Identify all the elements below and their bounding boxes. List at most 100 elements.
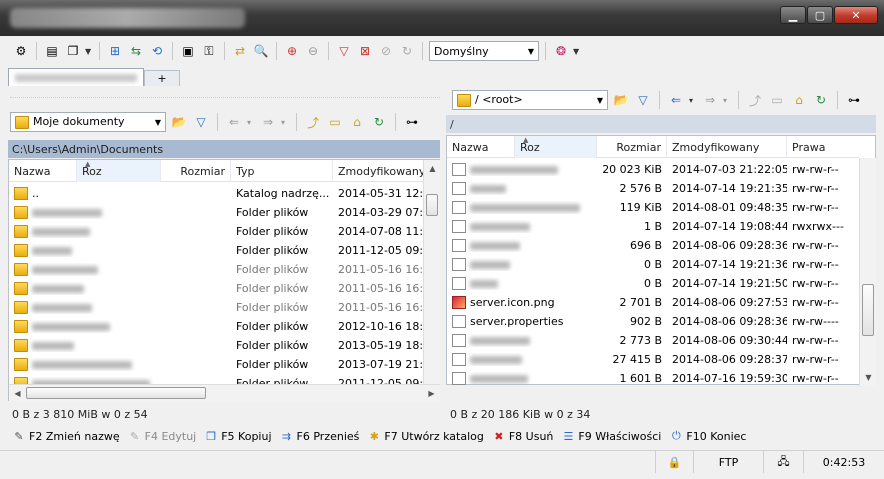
- table-row[interactable]: 2 576 B 2014-07-14 19:21:35 rw-rw-r--: [447, 179, 859, 198]
- table-row[interactable]: 1 B 2014-07-14 19:08:44 rwxrwx---: [447, 217, 859, 236]
- scroll-right-icon[interactable]: ▶: [423, 385, 440, 402]
- sitemanager-icon[interactable]: ⊞: [106, 42, 124, 60]
- home-icon[interactable]: ⌂: [790, 91, 808, 109]
- table-row[interactable]: Folder plików 2014-03-29 07:3: [9, 203, 423, 222]
- root-dir-icon[interactable]: ▭: [768, 91, 786, 109]
- left-path-bar[interactable]: C:\Users\Admin\Documents: [8, 140, 440, 158]
- right-col-modified[interactable]: Zmodyfikowany: [667, 136, 787, 158]
- parent-dir-icon[interactable]: ⤴: [304, 113, 322, 131]
- close-button[interactable]: ✕: [834, 6, 878, 24]
- gear-icon[interactable]: ⚙: [12, 42, 30, 60]
- right-col-perms[interactable]: Prawa: [787, 136, 859, 158]
- left-col-modified[interactable]: Zmodyfikowany: [333, 160, 425, 182]
- scroll-left-icon[interactable]: ◀: [9, 385, 26, 402]
- minimize-button[interactable]: ▁: [780, 6, 806, 24]
- tree-icon[interactable]: ⊶: [845, 91, 863, 109]
- fkey-delete[interactable]: ✖ F8 Usuń: [492, 430, 553, 443]
- table-row[interactable]: Folder plików 2011-05-16 16:2: [9, 298, 423, 317]
- right-col-ext[interactable]: ▲ Roz: [515, 136, 597, 158]
- right-vscroll[interactable]: ▼: [859, 158, 876, 386]
- sync-icon[interactable]: ⟲: [148, 42, 166, 60]
- left-vscroll[interactable]: ▲: [423, 160, 440, 384]
- left-hscroll-thumb[interactable]: [26, 386, 206, 399]
- table-row[interactable]: Folder plików 2011-12-05 09:2: [9, 241, 423, 260]
- right-path-bar[interactable]: /: [446, 115, 876, 133]
- transfer-icon[interactable]: ⇄: [231, 42, 249, 60]
- table-row[interactable]: server.icon.png 2 701 B 2014-08-06 09:27:5…: [447, 293, 859, 312]
- left-hscroll[interactable]: ◀ ▶: [9, 384, 440, 401]
- table-row[interactable]: Folder plików 2011-05-16 16:2: [9, 279, 423, 298]
- dropdown-arrow-icon[interactable]: ▼: [85, 47, 93, 56]
- tab-session[interactable]: [8, 68, 144, 86]
- root-dir-icon[interactable]: ▭: [326, 113, 344, 131]
- right-col-size[interactable]: Rozmiar: [597, 136, 667, 158]
- home-icon[interactable]: ⌂: [348, 113, 366, 131]
- forward-icon[interactable]: ⇒: [701, 91, 719, 109]
- refresh-icon[interactable]: ↻: [812, 91, 830, 109]
- table-row[interactable]: 2 773 B 2014-08-06 09:30:44 rw-rw-r--: [447, 331, 859, 350]
- filter-icon[interactable]: ▽: [335, 42, 353, 60]
- refresh-icon[interactable]: ↻: [370, 113, 388, 131]
- queue-icon[interactable]: ▤: [43, 42, 61, 60]
- profile-combo[interactable]: Domyślny ▼: [429, 41, 539, 61]
- table-row[interactable]: 0 B 2014-07-14 19:21:36 rw-rw-r--: [447, 255, 859, 274]
- fkey-properties[interactable]: ☰ F9 Właściwości: [561, 430, 661, 443]
- dropdown-arrow-icon[interactable]: ▼: [573, 47, 581, 56]
- forward-icon[interactable]: ⇒: [259, 113, 277, 131]
- new-tab-button[interactable]: +: [144, 70, 180, 86]
- fkey-rename[interactable]: ✎ F2 Zmień nazwę: [12, 430, 119, 443]
- table-row[interactable]: Folder plików 2013-05-19 18:3: [9, 336, 423, 355]
- left-col-size[interactable]: Rozmiar: [161, 160, 231, 182]
- fkey-copy[interactable]: ❐ F5 Kopiuj: [204, 430, 271, 443]
- copy-list-icon[interactable]: ❐: [64, 42, 82, 60]
- remove-icon[interactable]: ⊖: [304, 42, 322, 60]
- left-col-name[interactable]: Nazwa: [9, 160, 77, 182]
- filter-icon[interactable]: ▽: [192, 113, 210, 131]
- fkey-new-folder[interactable]: ✱ F7 Utwórz katalog: [367, 430, 484, 443]
- maximize-button[interactable]: ▢: [807, 6, 833, 24]
- table-row[interactable]: Folder plików 2011-12-05 09:1: [9, 374, 423, 384]
- right-location-combo[interactable]: / <root> ▼: [452, 90, 608, 110]
- fkey-edit[interactable]: ✎ F4 Edytuj: [128, 430, 196, 443]
- back-icon[interactable]: ⇐: [667, 91, 685, 109]
- table-row[interactable]: 27 415 B 2014-08-06 09:28:37 rw-rw-r--: [447, 350, 859, 369]
- fkey-exit[interactable]: ⏻ F10 Koniec: [669, 429, 746, 443]
- table-row[interactable]: 20 023 KiB 2014-07-03 21:22:05 rw-rw-r--: [447, 160, 859, 179]
- row-size: 2 701 B: [619, 296, 662, 309]
- left-col-ext[interactable]: ▲ Roz: [77, 160, 161, 182]
- tree-icon[interactable]: ⊶: [403, 113, 421, 131]
- table-row[interactable]: 119 KiB 2014-08-01 09:48:35 rw-rw-r--: [447, 198, 859, 217]
- table-row[interactable]: 696 B 2014-08-06 09:28:36 rw-rw-r--: [447, 236, 859, 255]
- console-icon[interactable]: ▣: [179, 42, 197, 60]
- logo-icon[interactable]: ❂: [552, 42, 570, 60]
- refresh-disabled-icon[interactable]: ↻: [398, 42, 416, 60]
- table-row[interactable]: Folder plików 2013-07-19 21:0: [9, 355, 423, 374]
- scroll-down-icon[interactable]: ▼: [860, 369, 877, 386]
- compare-icon[interactable]: ⇆: [127, 42, 145, 60]
- mark-icon[interactable]: ⊠: [356, 42, 374, 60]
- table-row[interactable]: .. Katalog nadrzę... 2014-05-31 12:5: [9, 184, 423, 203]
- left-col-type[interactable]: Typ: [231, 160, 333, 182]
- table-row[interactable]: Folder plików 2012-10-16 18:3: [9, 317, 423, 336]
- find-icon[interactable]: 🔍: [252, 42, 270, 60]
- table-row[interactable]: 0 B 2014-07-14 19:21:50 rw-rw-r--: [447, 274, 859, 293]
- left-vscroll-thumb[interactable]: [426, 194, 438, 216]
- cancel-icon[interactable]: ⊘: [377, 42, 395, 60]
- add-icon[interactable]: ⊕: [283, 42, 301, 60]
- open-folder-icon[interactable]: 📂: [170, 113, 188, 131]
- open-folder-icon[interactable]: 📂: [612, 91, 630, 109]
- parent-dir-icon[interactable]: ⤴: [746, 91, 764, 109]
- right-vscroll-thumb[interactable]: [862, 284, 874, 336]
- table-row[interactable]: server.properties 902 B 2014-08-06 09:28:3…: [447, 312, 859, 331]
- back-icon[interactable]: ⇐: [225, 113, 243, 131]
- table-row[interactable]: Folder plików 2014-07-08 11:1: [9, 222, 423, 241]
- table-row[interactable]: 1 601 B 2014-07-16 19:59:30 rw-rw-r--: [447, 369, 859, 386]
- keys-icon[interactable]: ⚿: [200, 42, 218, 60]
- row-modified: 2013-07-19 21:0: [338, 358, 423, 371]
- filter-icon[interactable]: ▽: [634, 91, 652, 109]
- table-row[interactable]: Folder plików 2011-05-16 16:2: [9, 260, 423, 279]
- right-col-name[interactable]: Nazwa: [447, 136, 515, 158]
- left-location-combo[interactable]: Moje dokumenty ▼: [10, 112, 166, 132]
- fkey-move[interactable]: ⇉ F6 Przenieś: [280, 430, 359, 443]
- scroll-up-icon[interactable]: ▲: [424, 160, 441, 177]
